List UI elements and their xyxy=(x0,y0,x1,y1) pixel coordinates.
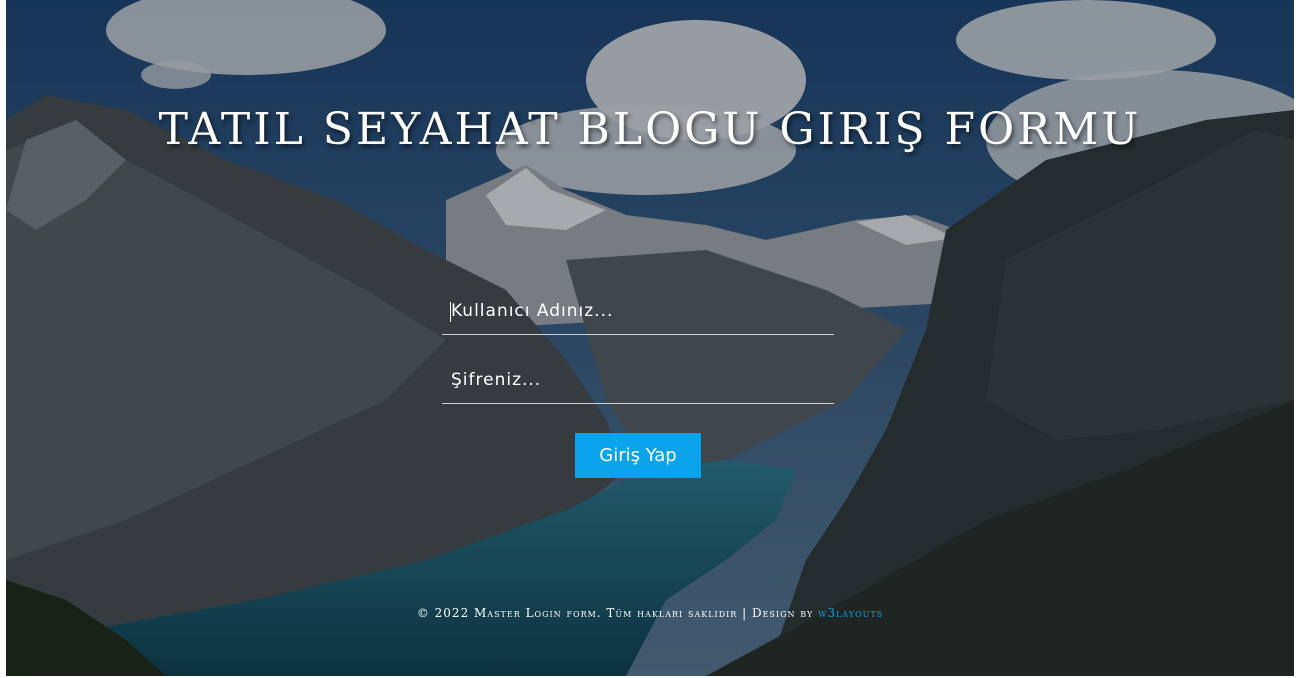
page-title: TATIL SEYAHAT BLOGU GIRIŞ FORMU xyxy=(158,104,1142,155)
footer-design-link[interactable]: w3layouts xyxy=(818,606,883,620)
login-form: Giriş Yap xyxy=(442,290,834,478)
username-input[interactable] xyxy=(442,296,831,326)
password-field-wrapper xyxy=(442,359,834,404)
text-cursor xyxy=(450,302,451,322)
login-button[interactable]: Giriş Yap xyxy=(575,433,701,478)
footer-copyright: © 2022 Master Login form. Tüm hakları sa… xyxy=(416,606,819,620)
login-page: TATIL SEYAHAT BLOGU GIRIŞ FORMU Giriş Ya… xyxy=(6,0,1294,676)
username-field-wrapper xyxy=(442,290,834,335)
footer: © 2022 Master Login form. Tüm hakları sa… xyxy=(6,606,1294,620)
password-input[interactable] xyxy=(442,365,831,395)
